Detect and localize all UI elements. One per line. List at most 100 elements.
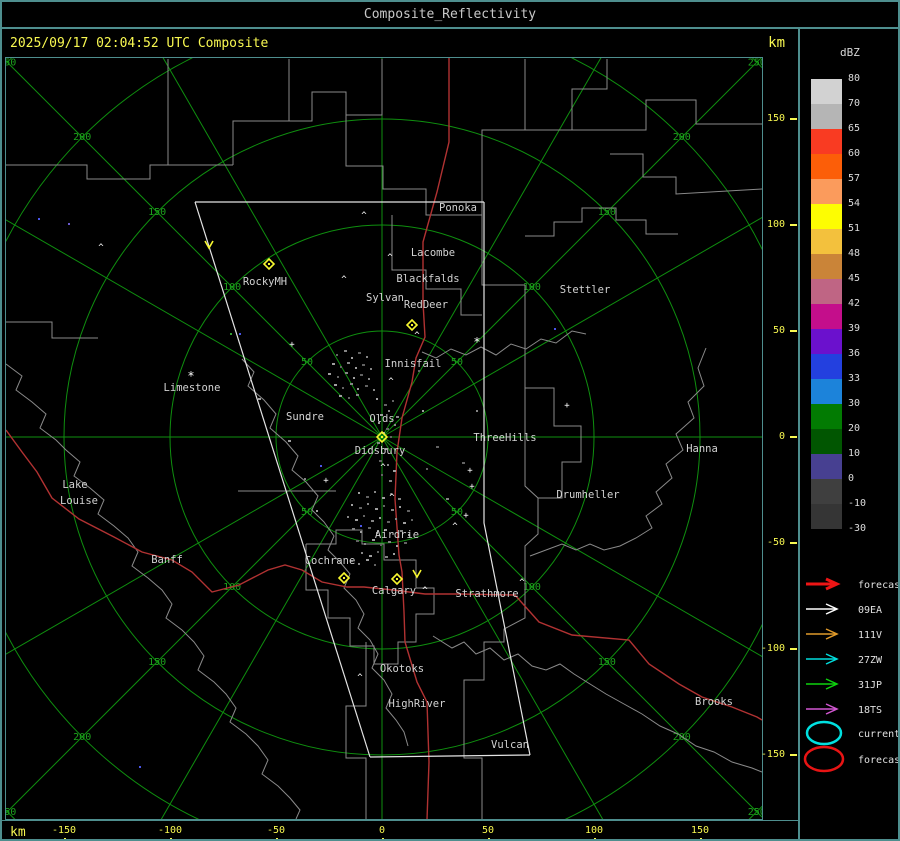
echo-pixel (350, 383, 353, 385)
colorbar-block (811, 254, 842, 279)
caret-marker: ^ (361, 211, 367, 221)
echo-pixel (361, 552, 363, 554)
echo-pixel (258, 398, 261, 400)
plus-marker: + (469, 482, 475, 492)
radar-map-svg[interactable]: 5050505010010010010015015015015020020020… (6, 58, 762, 819)
right-axis-tick (790, 542, 797, 544)
colorbar-block (811, 129, 842, 154)
window-title: Composite_Reflectivity (364, 7, 536, 22)
echo-pixel (396, 545, 398, 547)
echo-pixel (374, 564, 376, 566)
colorbar-label: -10 (848, 498, 888, 509)
echo-pixel-blue (239, 333, 241, 335)
echo-pixel (340, 366, 342, 368)
echo-pixel (375, 508, 378, 510)
scan-sector-outline (370, 755, 530, 757)
echo-pixel (366, 496, 369, 498)
echo-pixel (404, 542, 407, 544)
map-boundary (346, 642, 366, 819)
city-label-sylvan: Sylvan (366, 292, 404, 304)
colorbar-unit-label: dBZ (840, 46, 860, 59)
city-label-blackfalds: Blackfalds (396, 273, 459, 285)
map-boundary (233, 59, 289, 165)
city-label-limestone: Limestone (164, 382, 221, 394)
colorbar-block (811, 379, 842, 404)
highway-line (6, 430, 762, 720)
echo-pixel (332, 363, 335, 365)
plus-marker: + (463, 511, 469, 521)
colorbar-label: 36 (848, 348, 888, 359)
echo-pixel (356, 540, 359, 542)
colorbar-label: 48 (848, 248, 888, 259)
bottom-axis: km -150-100-50050100150 (2, 820, 798, 841)
city-label-hanna: Hanna (686, 443, 718, 455)
plus-marker: + (323, 476, 329, 486)
colorbar-label: 42 (848, 298, 888, 309)
plus-marker: + (289, 340, 295, 350)
echo-pixel (356, 394, 359, 396)
city-label-sundre: Sundre (286, 411, 324, 423)
range-ring-label: 150 (148, 207, 166, 218)
echo-pixel (369, 555, 372, 557)
caret-marker: ^ (380, 463, 386, 473)
bottom-axis-label: 0 (362, 825, 402, 836)
info-bar: 2025/09/17 02:04:52 UTC Composite km (2, 31, 797, 57)
range-ring-label: 250 (748, 807, 762, 818)
range-ring-label: 150 (598, 207, 616, 218)
bottom-axis-label: 150 (680, 825, 720, 836)
legend-label-09EA: 09EA (858, 605, 882, 616)
asterisk-marker: * (473, 335, 480, 349)
echo-pixel (381, 474, 383, 476)
range-radial (110, 58, 383, 437)
legend-label-forecast: forecast (858, 580, 900, 591)
range-ring-label: 50 (301, 507, 313, 518)
range-ring-label: 250 (6, 58, 16, 68)
echo-pixel (368, 527, 371, 529)
echo-pixel (358, 563, 360, 565)
map-boundary (572, 100, 762, 130)
colorbar-block (811, 304, 842, 329)
asterisk-marker: * (187, 369, 194, 383)
radar-window: Composite_Reflectivity 2025/09/17 02:04:… (0, 0, 900, 841)
echo-pixel (368, 378, 370, 380)
radar-map-area[interactable]: 5050505010010010010015015015015020020020… (5, 57, 763, 820)
range-radial (382, 437, 762, 710)
colorbar-block (811, 329, 842, 354)
colorbar-label: 51 (848, 223, 888, 234)
colorbar-block (811, 104, 842, 129)
echo-pixel (386, 428, 389, 430)
range-ring-label: 100 (223, 282, 241, 293)
right-axis-label: -100 (757, 643, 785, 654)
echo-pixel (436, 446, 439, 448)
right-axis: 150100500-50-100-150 (763, 57, 799, 820)
right-panel: dBZ 807065605754514845423936333020100-10… (800, 31, 900, 841)
echo-pixel (387, 521, 390, 523)
echo-pixel (345, 372, 348, 374)
city-label-highriver: HighRiver (389, 698, 446, 710)
station-diamond-dot (381, 436, 383, 438)
colorbar-label: 30 (848, 398, 888, 409)
plus-marker: + (564, 401, 570, 411)
station-diamond-dot (411, 324, 413, 326)
city-label-lake: Lake (62, 479, 87, 491)
echo-pixel (351, 357, 353, 359)
right-axis-tick (790, 436, 797, 438)
echo-pixel (377, 442, 380, 444)
map-boundary (6, 364, 300, 819)
city-label-lacombe: Lacombe (411, 247, 455, 259)
city-label-strathmore: Strathmore (455, 588, 518, 600)
colorbar-label: 0 (848, 473, 888, 484)
right-axis-tick (790, 118, 797, 120)
echo-pixel (347, 362, 350, 364)
echo-pixel (355, 367, 357, 369)
city-label-didsbury: Didsbury (355, 445, 406, 457)
colorbar-block (811, 404, 842, 429)
map-boundary (422, 331, 586, 358)
echo-pixel (393, 553, 395, 555)
colorbar-label: 20 (848, 423, 888, 434)
echo-pixel-blue (320, 465, 322, 467)
legend-label-31JP: 31JP (858, 680, 882, 691)
right-axis-tick (790, 648, 797, 650)
echo-pixel (288, 440, 291, 442)
echo-pixel (422, 410, 424, 412)
